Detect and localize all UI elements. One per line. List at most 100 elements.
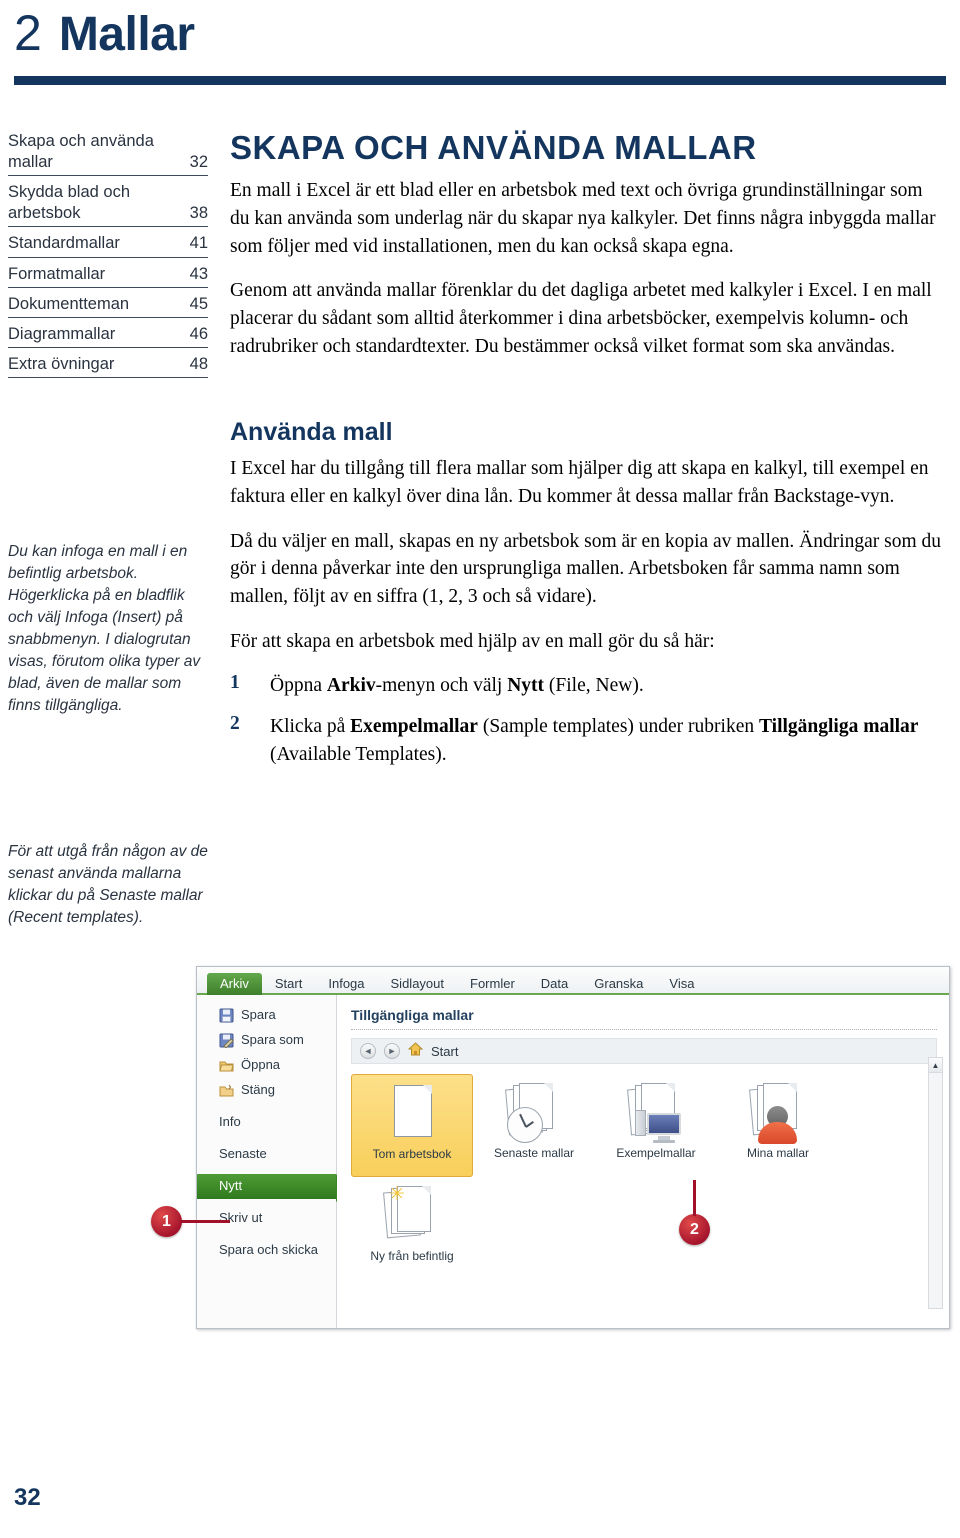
backstage-item-spara-som[interactable]: Spara som xyxy=(197,1028,336,1053)
callout-marker-1: 1 xyxy=(151,1206,230,1237)
step-item: 2 Klicka på Exempelmallar (Sample templa… xyxy=(230,713,946,768)
toc-entry[interactable]: Dokumentteman 45 xyxy=(8,294,208,318)
backstage-label: Info xyxy=(219,1114,241,1129)
toc-entry[interactable]: Skapa och använda mallar 32 xyxy=(8,131,208,177)
toc-page: 43 xyxy=(189,264,208,283)
nav-home-label[interactable]: Start xyxy=(431,1044,458,1059)
toc-page: 38 xyxy=(189,204,208,223)
backstage-label: Skriv ut xyxy=(219,1209,263,1225)
toc-page: 41 xyxy=(189,234,208,253)
ribbon-tab-list: Arkiv Start Infoga Sidlayout Formler Dat… xyxy=(197,967,949,995)
callout-leader-line xyxy=(180,1220,230,1223)
backstage-item-stang[interactable]: Stäng xyxy=(197,1078,336,1103)
document-page: 2 Mallar Skapa och använda mallar 32 Sky… xyxy=(0,0,960,1538)
template-gallery: Tillgängliga mallar ◄ ► Start Tom arbets… xyxy=(337,995,949,1328)
ribbon-tab-start[interactable]: Start xyxy=(262,973,315,995)
table-of-contents: Skapa och använda mallar 32 Skydda blad … xyxy=(8,131,208,384)
toc-label: Standardmallar xyxy=(8,234,120,253)
person-documents-icon xyxy=(747,1082,809,1144)
toc-label: Formatmallar xyxy=(8,264,106,283)
paragraph-intro: En mall i Excel är ett blad eller en arb… xyxy=(230,180,936,257)
excel-screenshot: Arkiv Start Infoga Sidlayout Formler Dat… xyxy=(196,966,950,1329)
tile-label: Ny från befintlig xyxy=(370,1249,454,1263)
section-heading: SKAPA OCH ANVÄNDA MALLAR xyxy=(230,129,757,166)
toc-page: 46 xyxy=(189,324,208,343)
backstage-item-info[interactable]: Info xyxy=(197,1110,336,1135)
ribbon-tab-formler[interactable]: Formler xyxy=(457,973,528,995)
tile-label: Senaste mallar xyxy=(493,1146,575,1160)
scroll-up-icon[interactable]: ▲ xyxy=(929,1058,942,1073)
backstage-label: Spara och skicka xyxy=(219,1241,318,1257)
toc-page: 32 xyxy=(189,153,208,172)
close-folder-icon xyxy=(219,1083,234,1098)
step-text: Klicka på Exempelmallar (Sample template… xyxy=(270,715,919,765)
gallery-navbar: ◄ ► Start xyxy=(351,1038,937,1064)
save-icon xyxy=(219,1008,234,1023)
backstage-item-senaste[interactable]: Senaste xyxy=(197,1142,336,1167)
numbered-steps: 1 Öppna Arkiv-menyn och välj Nytt (File,… xyxy=(230,672,946,768)
margin-note-recent-templates: För att utgå från någon av de senast anv… xyxy=(8,843,208,926)
paragraph-copy-behavior: Då du väljer en mall, skapas en ny arbet… xyxy=(230,530,942,607)
toc-entry[interactable]: Skydda blad och arbetsbok 38 xyxy=(8,182,208,228)
template-tile-exempelmallar[interactable]: Exempelmallar xyxy=(595,1074,717,1177)
paragraph-steps-intro: För att skapa en arbetsbok med hjälp av … xyxy=(230,630,715,652)
template-tile-mina-mallar[interactable]: Mina mallar xyxy=(717,1074,839,1177)
step-text: Öppna Arkiv-menyn och välj Nytt (File, N… xyxy=(270,675,644,697)
backstage-label: Spara xyxy=(241,1007,276,1023)
gallery-title: Tillgängliga mallar xyxy=(351,1007,474,1023)
toc-label: Extra övningar xyxy=(8,354,115,373)
toc-page: 45 xyxy=(189,294,208,313)
backstage-item-spara[interactable]: Spara xyxy=(197,1003,336,1028)
toc-entry[interactable]: Standardmallar 41 xyxy=(8,233,208,258)
gallery-divider xyxy=(351,1029,937,1030)
chapter-number: 2 xyxy=(14,5,42,61)
subsection-heading: Använda mall xyxy=(230,418,393,447)
toc-label: Diagrammallar xyxy=(8,324,116,343)
blank-document-icon xyxy=(381,1083,443,1145)
backstage-item-spara-och-skicka[interactable]: Spara och skicka xyxy=(197,1238,336,1263)
gallery-scrollbar[interactable]: ▲ xyxy=(928,1057,943,1309)
backstage-menu: Spara Spara som Öppna Stäng Info Senaste… xyxy=(197,995,347,1328)
template-tile-senaste-mallar[interactable]: Senaste mallar xyxy=(473,1074,595,1177)
ribbon-tab-infoga[interactable]: Infoga xyxy=(315,973,377,995)
callout-leader-line xyxy=(693,1180,696,1216)
ribbon-tab-sidlayout[interactable]: Sidlayout xyxy=(378,973,457,995)
backstage-label: Nytt xyxy=(219,1177,243,1193)
toc-label: Dokumentteman xyxy=(8,294,130,313)
clock-documents-icon xyxy=(503,1082,565,1144)
forward-arrow-icon[interactable]: ► xyxy=(384,1043,400,1059)
backstage-label: Stäng xyxy=(241,1082,275,1098)
margin-note-insert-template: Du kan infoga en mall i en befintlig arb… xyxy=(8,543,201,714)
paragraph-benefits: Genom att använda mallar förenklar du de… xyxy=(230,280,932,357)
header-rule xyxy=(14,76,946,85)
toc-entry[interactable]: Formatmallar 43 xyxy=(8,264,208,288)
toc-entry[interactable]: Extra övningar 48 xyxy=(8,354,208,378)
backstage-item-nytt[interactable]: Nytt xyxy=(197,1173,347,1202)
home-icon xyxy=(407,1041,424,1061)
tile-label: Mina mallar xyxy=(746,1146,809,1160)
chapter-title: Mallar xyxy=(58,8,195,61)
template-tile-tom-arbetsbok[interactable]: Tom arbetsbok xyxy=(351,1074,473,1177)
ribbon-tab-data[interactable]: Data xyxy=(528,973,581,995)
back-arrow-icon[interactable]: ◄ xyxy=(360,1043,376,1059)
chapter-header: 2 Mallar xyxy=(14,8,195,59)
main-content: SKAPA OCH ANVÄNDA MALLAR En mall i Excel… xyxy=(230,129,946,781)
backstage-label: Öppna xyxy=(241,1057,281,1073)
backstage-item-oppna[interactable]: Öppna xyxy=(197,1053,336,1078)
toc-page: 48 xyxy=(189,354,208,373)
toc-entry[interactable]: Diagrammallar 46 xyxy=(8,324,208,348)
backstage-item-skriv-ut[interactable]: Skriv ut xyxy=(197,1206,336,1231)
tile-label: Tom arbetsbok xyxy=(372,1147,452,1161)
ribbon-tab-arkiv[interactable]: Arkiv xyxy=(207,973,262,995)
open-folder-icon xyxy=(219,1058,234,1073)
template-tile-grid: Tom arbetsbok Senaste mallar Exempelmall… xyxy=(351,1074,871,1280)
callout-badge: 2 xyxy=(679,1214,710,1245)
ribbon-tab-visa[interactable]: Visa xyxy=(656,973,707,995)
ribbon-tab-granska[interactable]: Granska xyxy=(581,973,656,995)
backstage-label: Senaste xyxy=(219,1145,267,1161)
callout-marker-2: 2 xyxy=(679,1180,710,1245)
backstage-view: Spara Spara som Öppna Stäng Info Senaste… xyxy=(197,995,949,1328)
toc-label: Skydda blad och arbetsbok xyxy=(8,183,131,223)
template-tile-ny-fran-befintlig[interactable]: ✳ Ny från befintlig xyxy=(351,1177,473,1280)
